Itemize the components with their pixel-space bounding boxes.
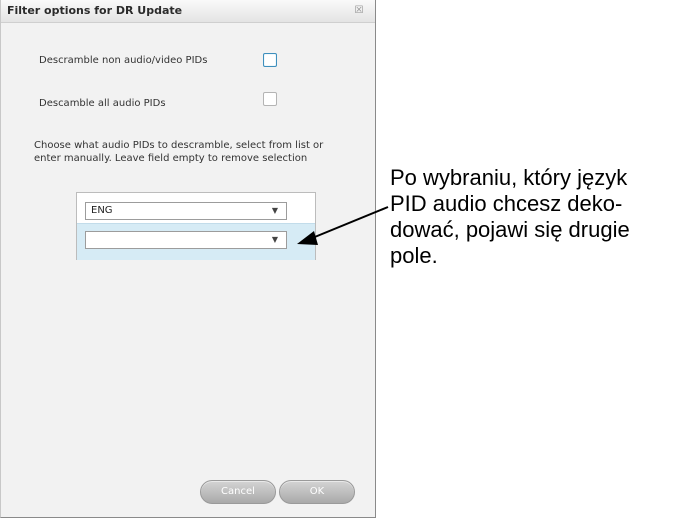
descramble-all-audio-label: Descamble all audio PIDs: [39, 98, 166, 109]
chevron-down-icon[interactable]: ▼: [272, 235, 278, 244]
audio-pid-instructions: Choose what audio PIDs to descramble, se…: [34, 140, 324, 164]
annotation-line: PID audio chcesz deko-: [390, 191, 623, 216]
dialog-titlebar: Filter options for DR Update ☒: [1, 0, 375, 23]
ok-button[interactable]: OK: [279, 480, 355, 504]
annotation-line: pole.: [390, 243, 438, 268]
annotation-line: Po wybraniu, który język: [390, 165, 628, 190]
descramble-non-av-checkbox[interactable]: [263, 53, 277, 67]
annotation-line: dować, pojawi się drugie: [390, 217, 630, 242]
annotation-callout-text: Po wybraniu, który język PID audio chces…: [390, 165, 690, 269]
audio-pid-select-1[interactable]: ENG ▼: [85, 202, 287, 220]
cancel-button[interactable]: Cancel: [200, 480, 276, 504]
dialog-title: Filter options for DR Update: [7, 4, 183, 17]
audio-pid-selector-panel: ENG ▼ ▼: [76, 192, 316, 260]
audio-pid-select-2[interactable]: ▼: [85, 231, 287, 249]
close-icon[interactable]: ☒: [353, 5, 365, 17]
descramble-non-av-label: Descramble non audio/video PIDs: [39, 55, 208, 66]
descramble-all-audio-checkbox[interactable]: [263, 92, 277, 106]
chevron-down-icon[interactable]: ▼: [272, 206, 278, 215]
filter-options-dialog: Filter options for DR Update ☒ Descrambl…: [0, 0, 376, 518]
audio-pid-select-1-value: ENG: [91, 205, 113, 216]
